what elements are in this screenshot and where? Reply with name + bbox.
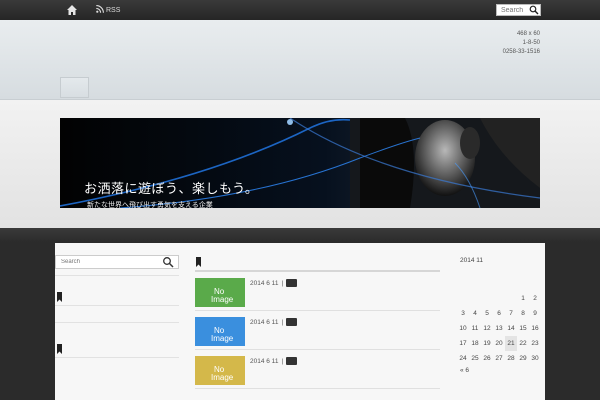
calendar-day: 28 xyxy=(507,355,515,362)
calendar-week-row: 3 4 5 6 7 8 9 xyxy=(457,306,541,321)
calendar-day: 26 xyxy=(483,355,491,362)
calendar-day: 16 xyxy=(531,325,539,332)
header-info-line: 1-8-50 xyxy=(522,40,540,46)
calendar-empty-cell xyxy=(505,291,517,306)
calendar-day: 8 xyxy=(521,310,525,317)
post-item: No Image 2014 6 11 | xyxy=(195,275,440,311)
main-content: No Image 2014 6 11 | No Image 2014 6 11 … xyxy=(55,243,545,400)
calendar-day: 14 xyxy=(507,325,515,332)
header-contact-info: 468 x 60 1-8-50 0258-33-1516 xyxy=(503,30,540,57)
top-search-input[interactable] xyxy=(497,5,529,15)
no-image-thumbnail[interactable]: No Image xyxy=(195,278,245,307)
calendar-day: 29 xyxy=(519,355,527,362)
post-meta: 2014 6 11 | xyxy=(250,357,298,365)
thumb-line: Image xyxy=(211,334,234,343)
calendar-day: 15 xyxy=(519,325,527,332)
sidebar-divider xyxy=(55,322,179,323)
calendar-day: 2 xyxy=(533,295,537,302)
thumb-line: Image xyxy=(211,295,234,304)
calendar-day: 5 xyxy=(485,310,489,317)
calendar-week-row: 10 11 12 13 14 15 16 xyxy=(457,321,541,336)
no-image-thumbnail[interactable]: No Image xyxy=(195,317,245,346)
calendar-day: 17 xyxy=(459,340,467,347)
calendar-day: 23 xyxy=(531,340,539,347)
calendar-day: 11 xyxy=(471,325,479,332)
category-tag[interactable] xyxy=(286,357,298,365)
category-tag[interactable] xyxy=(286,318,298,326)
banner-subtitle: 新たな世界へ飛び出す勇気を支える企業 xyxy=(87,201,213,208)
calendar-day: 21 xyxy=(505,336,517,351)
calendar-prev-link[interactable]: « 6 xyxy=(460,367,469,374)
bookmark-icon xyxy=(196,257,201,267)
calendar-day: 9 xyxy=(533,310,537,317)
calendar-empty-cell xyxy=(493,291,505,306)
meta-separator: | xyxy=(281,318,284,326)
sidebar-divider xyxy=(55,275,179,276)
post-item: No Image 2014 6 11 | xyxy=(195,353,440,389)
top-nav-bar: RSS xyxy=(0,0,600,20)
calendar-day: 18 xyxy=(471,340,479,347)
post-item: No Image 2014 6 11 | xyxy=(195,314,440,350)
sidebar-search-box xyxy=(55,255,179,269)
calendar-day: 4 xyxy=(473,310,477,317)
calendar-day: 1 xyxy=(521,295,525,302)
site-header: 468 x 60 1-8-50 0258-33-1516 xyxy=(0,20,600,100)
calendar-week-row: 12 xyxy=(457,291,541,306)
no-image-thumbnail[interactable]: No Image xyxy=(195,356,245,385)
post-date: 2014 6 11 xyxy=(250,279,279,287)
rss-label: RSS xyxy=(106,6,121,14)
meta-separator: | xyxy=(281,279,284,287)
rss-link[interactable]: RSS xyxy=(96,5,120,15)
calendar-day: 27 xyxy=(495,355,503,362)
calendar-day: 24 xyxy=(459,355,467,362)
calendar-day: 25 xyxy=(471,355,479,362)
calendar-day: 20 xyxy=(495,340,503,347)
post-meta: 2014 6 11 | xyxy=(250,318,298,326)
calendar-week-row: 24 25 26 27 28 29 30 xyxy=(457,351,541,366)
section-divider xyxy=(0,228,600,242)
header-info-line: 0258-33-1516 xyxy=(502,49,540,55)
calendar-day: 3 xyxy=(461,310,465,317)
calendar-day: 7 xyxy=(509,310,513,317)
calendar-day: 19 xyxy=(483,340,491,347)
search-icon[interactable] xyxy=(529,5,539,15)
calendar-empty-cell xyxy=(469,291,481,306)
rss-icon xyxy=(96,5,104,15)
calendar-day: 30 xyxy=(531,355,539,362)
calendar-empty-cell xyxy=(457,291,469,306)
sidebar-divider xyxy=(55,357,179,358)
bookmark-icon xyxy=(57,292,62,302)
hero-banner: お洒落に遊ぼう、楽しもう。 新たな世界へ飛び出す勇気を支える企業 xyxy=(60,118,540,208)
top-search-box xyxy=(496,4,541,16)
header-info-line: 468 x 60 xyxy=(516,31,540,37)
post-date: 2014 6 11 xyxy=(250,318,279,326)
sidebar-search-input[interactable] xyxy=(56,256,162,268)
home-icon[interactable] xyxy=(66,4,78,16)
calendar-empty-cell xyxy=(481,291,493,306)
calendar-caption: 2014 11 xyxy=(460,257,484,264)
calendar-day: 10 xyxy=(459,325,467,332)
meta-separator: | xyxy=(281,357,284,365)
bookmark-icon xyxy=(57,344,62,354)
banner-title: お洒落に遊ぼう、楽しもう。 xyxy=(84,182,259,197)
calendar-day: 13 xyxy=(495,325,503,332)
post-meta: 2014 6 11 | xyxy=(250,279,298,287)
calendar-day: 22 xyxy=(519,340,527,347)
calendar-day: 12 xyxy=(483,325,491,332)
category-tag[interactable] xyxy=(286,279,298,287)
thumb-line: Image xyxy=(211,373,234,382)
sidebar-divider xyxy=(55,305,179,306)
site-logo-placeholder[interactable] xyxy=(60,77,89,98)
search-icon[interactable] xyxy=(162,256,174,268)
calendar-week-row: 17 18 19 20 21 22 23 xyxy=(457,336,541,351)
post-date: 2014 6 11 xyxy=(250,357,279,365)
posts-heading-rule xyxy=(195,270,440,272)
calendar-day: 6 xyxy=(497,310,501,317)
